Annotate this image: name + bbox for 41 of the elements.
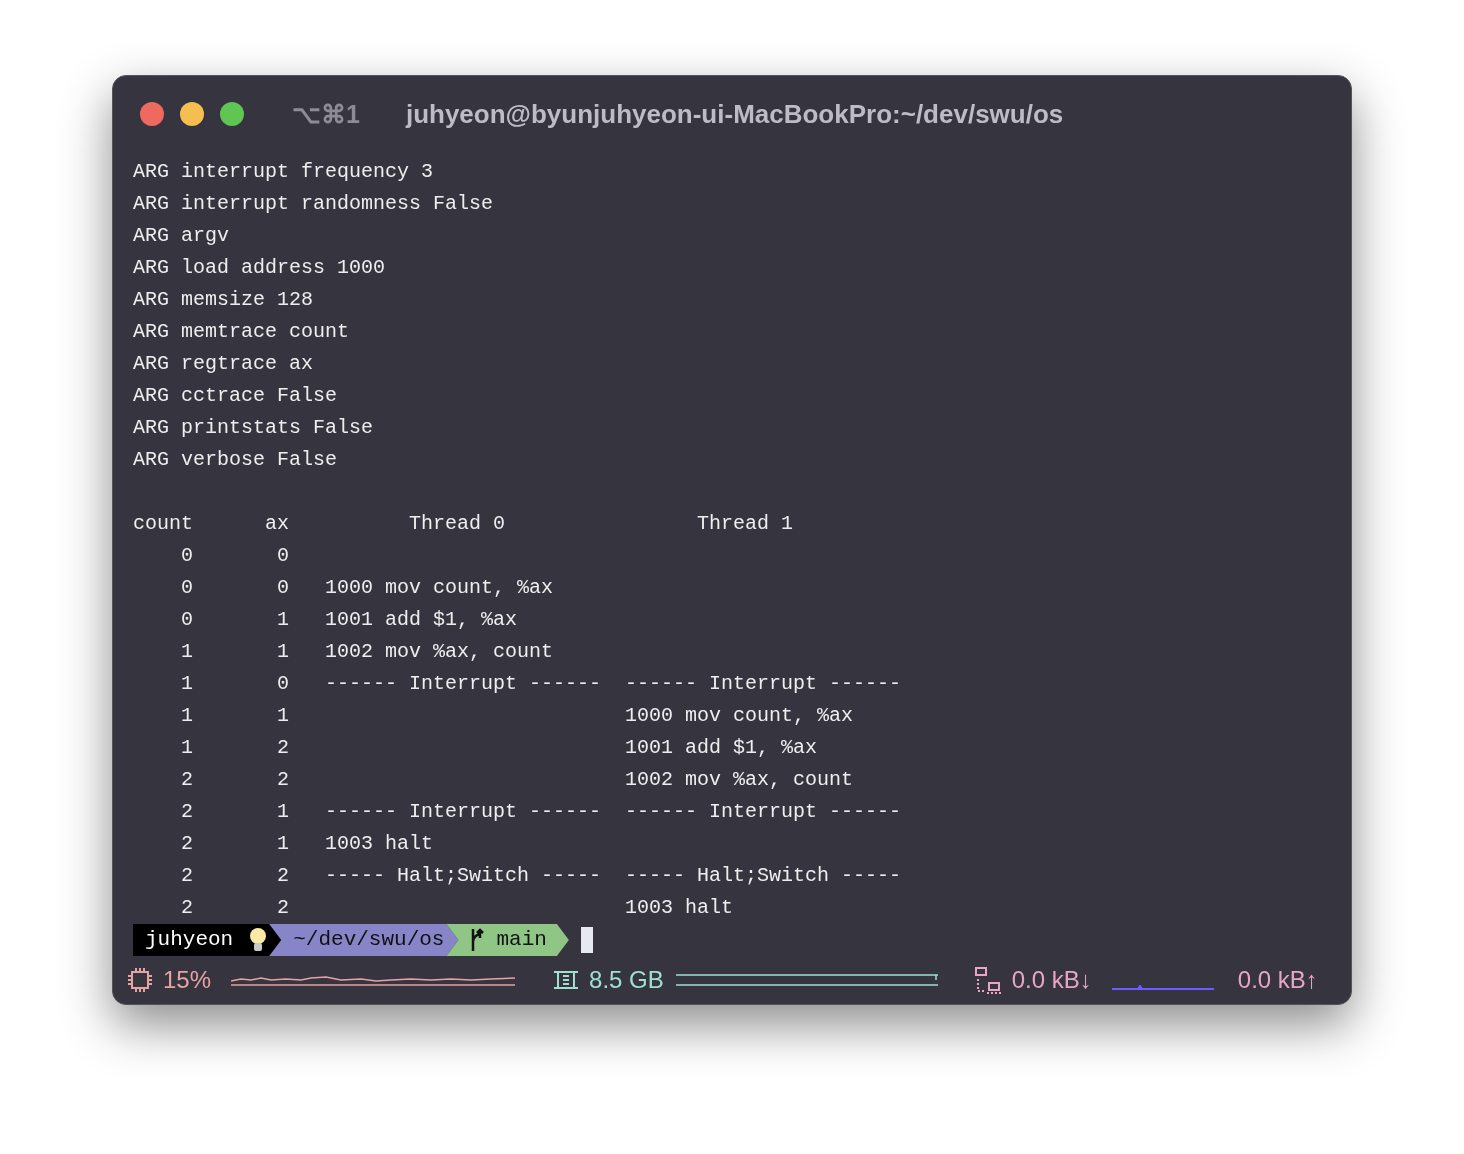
branch-icon: [470, 928, 485, 952]
upload-reading: 0.0 kB↑: [1237, 966, 1318, 994]
output-line: 1 0 ------ Interrupt ------ ------ Interrupt ------: [180, 671, 903, 697]
output-line: 1 2 1001 add $1, %ax: [180, 735, 819, 761]
output-line: ARG load address 1000: [133, 255, 387, 281]
zoom-button[interactable]: [220, 102, 244, 126]
output-line: ARG verbose False: [133, 447, 339, 473]
output-line: count ax Thread 0 Thread 1: [133, 511, 795, 537]
output-line: 2 2 ----- Halt;Switch ----- ----- Halt;Switch -----: [180, 863, 903, 889]
output-line: ARG argv: [133, 223, 230, 249]
memory-reading: 8.5 GB: [589, 966, 664, 994]
output-line: 1 1 1000 mov count, %ax: [180, 703, 855, 729]
prompt-path-segment: ~/dev/swu/os: [269, 924, 459, 956]
output-line: ARG cctrace False: [133, 383, 339, 409]
output-line: 2 1 ------ Interrupt ------ ------ Interrupt ------: [180, 799, 903, 825]
output-line: 0 0: [180, 543, 291, 569]
output-line: 0 1 1001 add $1, %ax: [180, 607, 519, 633]
lightbulb-icon: [249, 927, 268, 953]
network-icon: [973, 966, 1002, 994]
prompt-user-segment: juhyeon: [133, 924, 282, 956]
output-line: 2 2 1002 mov %ax, count: [180, 767, 855, 793]
download-reading: 0.0 kB↓: [1011, 966, 1092, 994]
minimize-button[interactable]: [180, 102, 204, 126]
output-line: ARG regtrace ax: [133, 351, 315, 377]
text-cursor: [580, 927, 593, 953]
cpu-reading: 15%: [163, 966, 212, 994]
prompt-branch-segment: main: [446, 924, 569, 956]
window-title: juhyeon@byunjuhyeon-ui-MacBookPro:~/dev/swu/os: [405, 98, 1064, 130]
output-line: ARG interrupt randomness False: [133, 191, 495, 217]
output-line: ARG printstats False: [133, 415, 375, 441]
output-line: 0 0 1000 mov count, %ax: [180, 575, 555, 601]
output-line: ARG memsize 128: [133, 287, 315, 313]
output-line: ARG memtrace count: [133, 319, 351, 345]
output-line: 2 1 1003 halt: [180, 831, 435, 857]
chip-icon: [127, 967, 153, 993]
output-line: ARG interrupt frequency 3: [133, 159, 435, 185]
tab-shortcut: ⌥⌘1: [292, 99, 360, 129]
close-button[interactable]: [140, 102, 164, 126]
output-line: 1 1 1002 mov %ax, count: [180, 639, 555, 665]
memory-icon: [553, 970, 580, 990]
output-line: 2 2 1003 halt: [180, 895, 735, 921]
